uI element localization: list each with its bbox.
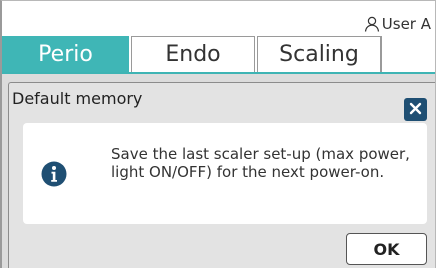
dialog-message: Save the last scaler set-up (max power, … xyxy=(111,145,410,181)
user-indicator[interactable]: User A xyxy=(364,15,431,33)
top-bar: User A xyxy=(2,1,435,37)
tab-divider xyxy=(381,36,391,72)
app-screen: User A Perio Endo Scaling Default memory xyxy=(0,0,436,268)
close-button[interactable] xyxy=(404,98,427,121)
message-panel: Save the last scaler set-up (max power, … xyxy=(23,123,427,224)
tab-perio[interactable]: Perio xyxy=(2,36,129,72)
person-icon xyxy=(364,16,380,32)
close-icon xyxy=(409,100,422,119)
default-memory-dialog: Default memory Save the last scaler set-… xyxy=(8,82,435,268)
tab-scaling[interactable]: Scaling xyxy=(257,36,381,72)
ok-button[interactable]: OK xyxy=(346,233,427,265)
user-name: User A xyxy=(381,15,431,33)
dialog-title: Default memory xyxy=(12,89,143,108)
info-icon xyxy=(41,161,67,187)
mode-tabs: Perio Endo Scaling xyxy=(2,36,435,74)
tab-endo[interactable]: Endo xyxy=(131,36,255,72)
